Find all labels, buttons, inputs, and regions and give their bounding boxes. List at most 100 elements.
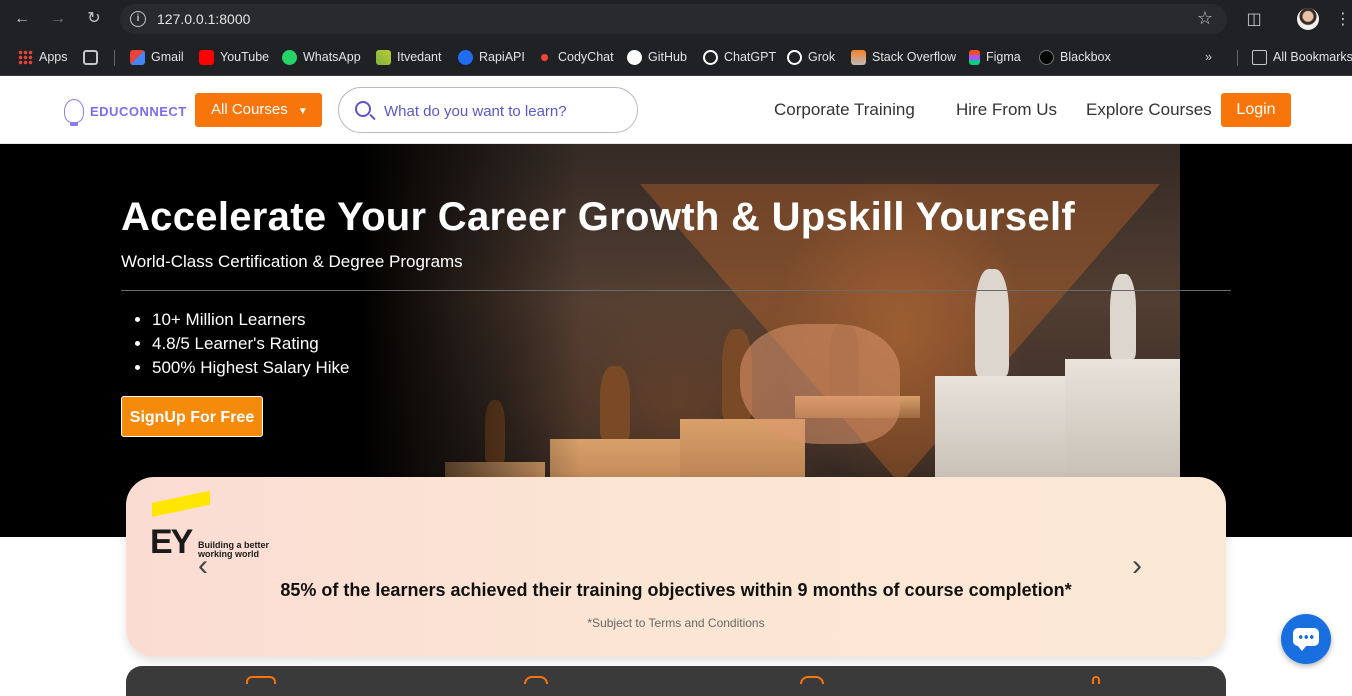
bookmark-grok[interactable]: Grok — [787, 48, 835, 66]
chevron-right-icon[interactable]: › — [1132, 549, 1142, 583]
back-icon[interactable]: ← — [12, 9, 32, 29]
hero-highlights: 10+ Million Learners 4.8/5 Learner's Rat… — [152, 308, 349, 380]
bookmarks-divider — [1237, 50, 1238, 66]
bookmark-stackoverflow[interactable]: Stack Overflow — [851, 48, 956, 66]
all-courses-label: All Courses — [211, 101, 288, 118]
testimonial-carousel: EY Building a better working world ‹ › 8… — [126, 477, 1226, 657]
nav-hire-from-us[interactable]: Hire From Us — [956, 100, 1057, 120]
bookmark-star-icon[interactable]: ☆ — [1197, 8, 1213, 29]
bookmark-itvedant[interactable]: Itvedant — [376, 48, 441, 66]
bookmark-label: Figma — [986, 50, 1021, 64]
hero-title: Accelerate Your Career Growth & Upskill … — [121, 195, 1075, 239]
bookmark-label: GitHub — [648, 50, 687, 64]
stats-strip — [126, 666, 1226, 696]
address-bar[interactable]: i 127.0.0.1:8000 ☆ — [120, 4, 1227, 34]
chat-dots-icon — [1298, 635, 1314, 639]
nav-explore-courses[interactable]: Explore Courses — [1086, 100, 1212, 120]
all-courses-dropdown[interactable]: All Courses ▼ — [195, 93, 322, 127]
chess-knight-icon — [600, 366, 630, 439]
bookmark-codychat[interactable]: CodyChat — [537, 48, 614, 66]
chevron-left-icon[interactable]: ‹ — [198, 549, 208, 583]
extensions-icon[interactable]: ◫ — [1244, 9, 1264, 29]
site-info-icon[interactable]: i — [130, 11, 146, 27]
rapiapi-icon — [458, 49, 473, 65]
ey-logo-bar — [152, 490, 210, 517]
bookmark-label: Stack Overflow — [872, 50, 957, 64]
bookmark-apps[interactable]: Apps — [18, 48, 68, 66]
ey-tagline-line: working world — [198, 549, 260, 559]
grok-icon — [787, 49, 802, 65]
bookmark-label: Gmail — [151, 50, 184, 64]
bookmark-chatgpt[interactable]: ChatGPT — [703, 48, 776, 66]
site-logo[interactable]: EDUCONNECT — [64, 99, 187, 126]
bookmarks-bar: Apps Gmail YouTube WhatsApp Itvedant Rap… — [0, 38, 1352, 76]
all-bookmarks-label: All Bookmarks — [1273, 50, 1352, 64]
whatsapp-icon — [282, 49, 297, 65]
bookmark-figma[interactable]: Figma — [969, 48, 1021, 66]
bookmark-blackbox[interactable]: Blackbox — [1039, 48, 1111, 66]
chess-king-icon — [975, 269, 1009, 376]
chat-widget-button[interactable] — [1281, 614, 1331, 664]
bookmark-grid[interactable] — [83, 48, 104, 66]
bookmark-label: YouTube — [220, 50, 270, 64]
browser-toolbar: ← → ↻ i 127.0.0.1:8000 ☆ ◫ ⋮ — [0, 0, 1352, 38]
nav-corporate-training[interactable]: Corporate Training — [774, 100, 915, 120]
lightbulb-icon — [64, 99, 84, 126]
figma-icon — [969, 49, 980, 65]
ey-logo-mark: EY — [150, 523, 193, 561]
bookmark-youtube[interactable]: YouTube — [199, 48, 269, 66]
search-icon — [355, 101, 371, 117]
itvedant-icon — [376, 49, 391, 65]
bookmarks-divider — [114, 50, 115, 66]
search-input[interactable] — [384, 100, 624, 122]
forward-icon[interactable]: → — [48, 9, 68, 29]
search-box[interactable] — [338, 87, 638, 133]
ey-logo: EY Building a better working world — [150, 490, 280, 563]
highlight-item: 10+ Million Learners — [152, 308, 349, 332]
highlight-item: 4.8/5 Learner's Rating — [152, 332, 349, 356]
ey-logo-tagline: Building a better working world — [198, 541, 269, 559]
codychat-icon — [537, 49, 552, 65]
bookmark-rapiapi[interactable]: RapiAPI — [458, 48, 525, 66]
youtube-icon — [199, 49, 214, 65]
caret-down-icon: ▼ — [297, 106, 308, 117]
hero-divider — [121, 290, 1231, 291]
folder-icon — [1252, 49, 1267, 65]
bookmark-github[interactable]: GitHub — [627, 48, 687, 66]
hand-shape — [740, 324, 900, 444]
grid-icon — [83, 49, 98, 65]
bookmark-label: Grok — [808, 50, 836, 64]
signup-button[interactable]: SignUp For Free — [121, 396, 263, 437]
bookmark-label: Itvedant — [397, 50, 442, 64]
apps-grid-icon — [18, 49, 33, 65]
testimonial-quote: 85% of the learners achieved their train… — [280, 580, 1072, 600]
hero-subtitle: World-Class Certification & Degree Progr… — [121, 252, 463, 271]
stat-icon — [1092, 676, 1100, 684]
reload-icon[interactable]: ↻ — [84, 9, 104, 29]
more-bookmarks-icon[interactable]: » — [1205, 48, 1212, 66]
profile-avatar[interactable] — [1297, 8, 1319, 30]
bookmark-label: WhatsApp — [303, 50, 361, 64]
bookmark-whatsapp[interactable]: WhatsApp — [282, 48, 361, 66]
url-text[interactable]: 127.0.0.1:8000 — [157, 11, 250, 27]
all-bookmarks[interactable]: All Bookmarks — [1252, 48, 1352, 66]
bookmark-label: RapiAPI — [479, 50, 525, 64]
gmail-icon — [130, 49, 145, 65]
bookmark-gmail[interactable]: Gmail — [130, 48, 184, 66]
bookmark-label: Apps — [39, 50, 68, 64]
github-icon — [627, 49, 642, 65]
bookmark-label: Blackbox — [1060, 50, 1111, 64]
stat-icon — [800, 676, 824, 684]
highlight-item: 500% Highest Salary Hike — [152, 356, 349, 380]
stat-icon — [246, 676, 276, 684]
stackoverflow-icon — [851, 49, 866, 65]
terms-note: *Subject to Terms and Conditions — [587, 616, 765, 630]
site-header: EDUCONNECT All Courses ▼ Corporate Train… — [0, 77, 1352, 144]
bookmark-label: CodyChat — [558, 50, 614, 64]
login-button[interactable]: Login — [1221, 93, 1291, 127]
browser-menu-icon[interactable]: ⋮ — [1335, 9, 1351, 29]
chess-pawn-icon — [1110, 274, 1136, 359]
stat-icon — [524, 676, 548, 684]
chatgpt-icon — [703, 49, 718, 65]
bookmark-label: ChatGPT — [724, 50, 777, 64]
